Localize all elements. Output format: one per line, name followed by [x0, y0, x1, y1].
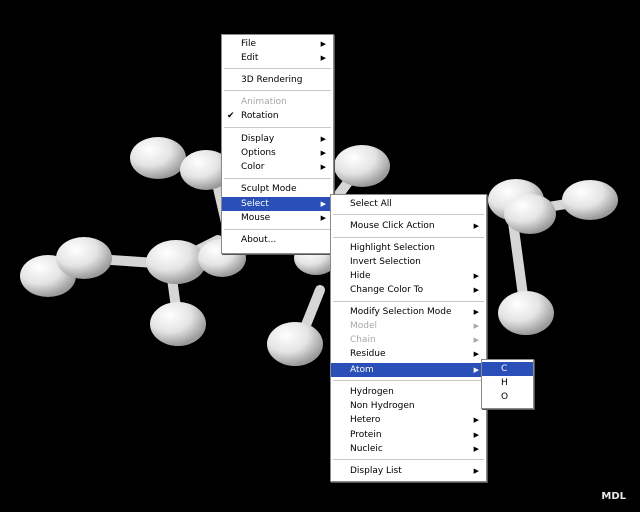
menu-item-modify-selection-mode[interactable]: Modify Selection Mode ▶ [331, 305, 486, 319]
menu-separator [333, 237, 484, 238]
menu-item-residue[interactable]: Residue ▶ [331, 347, 486, 361]
menu-item-label: Atom [350, 365, 374, 375]
menu-item-label: Display List [350, 466, 402, 476]
menu-item-label: O [501, 392, 509, 402]
menu-item-label: Invert Selection [350, 257, 421, 267]
menu-item-select-all[interactable]: Select All [331, 197, 486, 211]
menu-item-edit[interactable]: Edit ▶ [222, 51, 333, 65]
submenu-arrow-icon: ▶ [320, 135, 326, 143]
submenu-arrow-icon: ▶ [320, 200, 326, 208]
menu-item-nucleic[interactable]: Nucleic ▶ [331, 442, 486, 456]
menu-item-label: Animation [241, 97, 287, 107]
menu-item-label: Options [241, 148, 276, 158]
menu-item-model: Model ▶ [331, 319, 486, 333]
menu-item-label: Nucleic [350, 444, 383, 454]
menu-item-label: Sculpt Mode [241, 184, 297, 194]
menu-item-mouse-click-action[interactable]: Mouse Click Action ▶ [331, 219, 486, 233]
menu-separator [333, 214, 484, 215]
menu-item-label: H [501, 378, 508, 388]
menu-item-label: Change Color To [350, 285, 424, 295]
menu-item-label: Highlight Selection [350, 243, 435, 253]
menu-item-highlight-selection[interactable]: Highlight Selection [331, 241, 486, 255]
mdl-watermark: MDL [601, 491, 626, 502]
menu-item-label: Chain [350, 335, 376, 345]
menu-item-non-hydrogen[interactable]: Non Hydrogen [331, 399, 486, 413]
menu-separator [224, 127, 331, 128]
submenu-arrow-icon: ▶ [473, 445, 479, 453]
submenu-arrow-icon: ▶ [473, 272, 479, 280]
menu-item-atom-o[interactable]: O [482, 390, 533, 404]
select-submenu: Select All Mouse Click Action ▶ Highlight… [330, 194, 487, 482]
menu-item-animation: Animation [222, 95, 333, 109]
submenu-arrow-icon: ▶ [473, 336, 479, 344]
menu-item-display[interactable]: Display ▶ [222, 132, 333, 146]
menu-item-chain: Chain ▶ [331, 333, 486, 347]
menu-item-label: Edit [241, 53, 259, 63]
menu-item-select[interactable]: Select ▶ [222, 197, 333, 211]
submenu-arrow-icon: ▶ [320, 149, 326, 157]
menu-item-label: Mouse Click Action [350, 221, 435, 231]
menu-item-label: Color [241, 162, 265, 172]
menu-item-file[interactable]: File ▶ [222, 37, 333, 51]
submenu-arrow-icon: ▶ [473, 350, 479, 358]
menu-item-invert-selection[interactable]: Invert Selection [331, 255, 486, 269]
menu-item-label: Hetero [350, 415, 381, 425]
menu-separator [333, 380, 484, 381]
menu-item-label: Hydrogen [350, 387, 394, 397]
menu-item-atom-c[interactable]: C [482, 362, 533, 376]
menu-separator [333, 459, 484, 460]
menu-item-atom-h[interactable]: H [482, 376, 533, 390]
menu-item-label: About... [241, 235, 277, 245]
menu-item-label: Modify Selection Mode [350, 307, 452, 317]
menu-item-change-color-to[interactable]: Change Color To ▶ [331, 283, 486, 297]
menu-item-hydrogen[interactable]: Hydrogen [331, 385, 486, 399]
submenu-arrow-icon: ▶ [473, 222, 479, 230]
submenu-arrow-icon: ▶ [320, 54, 326, 62]
menu-item-label: Display [241, 134, 275, 144]
menu-item-about[interactable]: About... [222, 233, 333, 247]
submenu-arrow-icon: ▶ [320, 40, 326, 48]
menu-item-options[interactable]: Options ▶ [222, 146, 333, 160]
menu-item-display-list[interactable]: Display List ▶ [331, 464, 486, 478]
menu-item-hetero[interactable]: Hetero ▶ [331, 413, 486, 427]
menu-separator [224, 178, 331, 179]
submenu-arrow-icon: ▶ [473, 416, 479, 424]
menu-item-label: Model [350, 321, 378, 331]
menu-item-label: Select [241, 199, 269, 209]
menu-item-color[interactable]: Color ▶ [222, 160, 333, 174]
menu-item-rotation[interactable]: ✔ Rotation [222, 109, 333, 123]
menu-separator [333, 301, 484, 302]
menu-item-label: File [241, 39, 257, 49]
menu-item-hide[interactable]: Hide ▶ [331, 269, 486, 283]
menu-item-protein[interactable]: Protein ▶ [331, 428, 486, 442]
menu-separator [224, 90, 331, 91]
submenu-arrow-icon: ▶ [473, 366, 479, 374]
menu-item-mouse[interactable]: Mouse ▶ [222, 211, 333, 225]
menu-separator [224, 68, 331, 69]
submenu-arrow-icon: ▶ [473, 286, 479, 294]
submenu-arrow-icon: ▶ [473, 322, 479, 330]
checkmark-icon: ✔ [227, 111, 235, 121]
menu-item-label: Rotation [241, 111, 279, 121]
menu-item-sculpt-mode[interactable]: Sculpt Mode [222, 182, 333, 196]
menu-item-label: C [501, 364, 508, 374]
menu-item-3d-rendering[interactable]: 3D Rendering [222, 73, 333, 87]
submenu-arrow-icon: ▶ [320, 163, 326, 171]
menu-item-label: 3D Rendering [241, 75, 303, 85]
menu-separator [224, 229, 331, 230]
submenu-arrow-icon: ▶ [320, 214, 326, 222]
menu-item-label: Residue [350, 349, 386, 359]
menu-item-atom[interactable]: Atom ▶ [331, 363, 486, 377]
submenu-arrow-icon: ▶ [473, 308, 479, 316]
menu-item-label: Select All [350, 199, 392, 209]
menu-item-label: Mouse [241, 213, 271, 223]
submenu-arrow-icon: ▶ [473, 431, 479, 439]
atom-submenu: C H O [481, 359, 534, 409]
menu-item-label: Hide [350, 271, 371, 281]
menu-item-label: Non Hydrogen [350, 401, 415, 411]
submenu-arrow-icon: ▶ [473, 467, 479, 475]
menu-item-label: Protein [350, 430, 382, 440]
context-menu: File ▶ Edit ▶ 3D Rendering Animation ✔ Rota… [221, 34, 334, 254]
